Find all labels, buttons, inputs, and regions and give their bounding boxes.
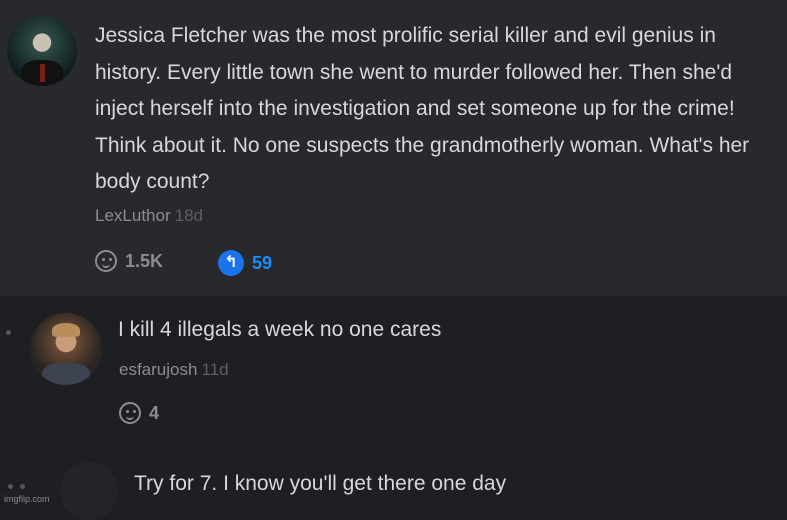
author-name[interactable]: LexLuthor: [95, 206, 171, 225]
avatar-hair: [52, 323, 80, 337]
watermark: imgflip.com: [4, 494, 50, 504]
comment-age: 18d: [174, 206, 203, 225]
thread-dot: [8, 484, 13, 489]
like-button[interactable]: 1.5K: [95, 250, 163, 272]
avatar-tie: [40, 64, 45, 82]
reply-arrow-icon: ↰: [218, 250, 244, 276]
comment-body: I kill 4 illegals a week no one cares: [118, 318, 442, 341]
avatar-lexluthor[interactable]: [7, 16, 77, 86]
like-button[interactable]: 4: [119, 402, 159, 424]
author-name[interactable]: esfarujosh: [119, 360, 197, 379]
like-count: 4: [149, 402, 160, 423]
like-count: 1.5K: [125, 250, 164, 271]
comment-body: Jessica Fletcher was the most prolific s…: [95, 24, 750, 193]
avatar-shirt: [42, 363, 90, 385]
avatar-reply-author[interactable]: [60, 462, 118, 520]
avatar-esfarujosh[interactable]: [30, 313, 102, 385]
comment-body: Try for 7. I know you'll get there one d…: [134, 472, 507, 495]
comment-age: 11d: [201, 360, 229, 379]
smiley-face-icon: [95, 250, 117, 272]
smiley-face-icon: [119, 402, 141, 424]
reply-count: 59: [252, 252, 273, 273]
comment-meta: esfarujosh 11d: [119, 360, 229, 380]
thread-dot: [6, 330, 11, 335]
thread-dot: [20, 484, 25, 489]
replies-button[interactable]: ↰ 59: [218, 250, 272, 276]
comment-meta: LexLuthor 18d: [95, 206, 203, 226]
